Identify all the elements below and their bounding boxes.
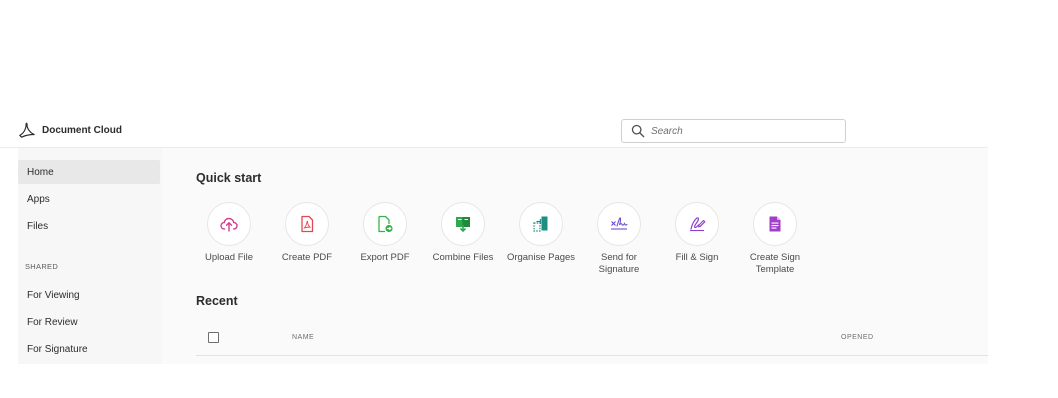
select-all-checkbox[interactable] xyxy=(208,332,219,343)
brand[interactable]: Document Cloud xyxy=(18,120,122,140)
tool-label: Create Sign Template xyxy=(749,252,801,275)
app-window: Document Cloud Home Apps Files SHARED Fo… xyxy=(0,0,1058,398)
tool-export-pdf[interactable]: Export PDF xyxy=(346,202,424,264)
tool-icon-circle xyxy=(519,202,563,246)
tool-icon-circle xyxy=(285,202,329,246)
main-content: Quick start Upload File Create PDF Expor… xyxy=(162,148,988,364)
tool-icon-circle xyxy=(597,202,641,246)
sidebar-item-for-review[interactable]: For Review xyxy=(18,310,160,334)
recent-table-header: NAME OPENED xyxy=(196,326,988,356)
organise-pages-icon xyxy=(533,216,548,232)
tool-label: Export PDF xyxy=(360,252,410,263)
tool-label: Fill & Sign xyxy=(675,252,719,263)
acrobat-logo-icon xyxy=(19,122,35,138)
search-icon xyxy=(631,124,645,138)
create-pdf-icon xyxy=(301,215,314,233)
app-title: Document Cloud xyxy=(42,124,122,136)
sidebar-item-for-viewing[interactable]: For Viewing xyxy=(18,283,160,307)
tool-create-sign-template[interactable]: Create Sign Template xyxy=(736,202,814,276)
search-box[interactable] xyxy=(621,119,846,143)
tool-icon-circle xyxy=(207,202,251,246)
tool-label: Combine Files xyxy=(432,252,494,263)
sidebar-item-home[interactable]: Home xyxy=(18,160,160,184)
tool-upload-file[interactable]: Upload File xyxy=(190,202,268,264)
search-input[interactable] xyxy=(651,121,841,141)
column-header-opened[interactable]: OPENED xyxy=(841,334,874,341)
tool-label: Organise Pages xyxy=(506,252,576,263)
tool-icon-circle xyxy=(441,202,485,246)
tool-organise-pages[interactable]: Organise Pages xyxy=(502,202,580,264)
recent-title: Recent xyxy=(196,294,238,308)
sidebar-item-files[interactable]: Files xyxy=(18,214,160,238)
sidebar-item-for-signature[interactable]: For Signature xyxy=(18,337,160,361)
sign-template-icon xyxy=(769,216,781,232)
tool-label: Create PDF xyxy=(281,252,333,263)
upload-cloud-icon xyxy=(220,217,238,232)
tool-icon-circle xyxy=(753,202,797,246)
tool-send-for-signature[interactable]: Send for Signature xyxy=(580,202,658,276)
tool-combine-files[interactable]: Combine Files xyxy=(424,202,502,264)
sidebar: Home Apps Files SHARED For Viewing For R… xyxy=(18,148,162,364)
quick-start-title: Quick start xyxy=(196,171,262,185)
send-signature-icon xyxy=(611,217,628,230)
combine-files-icon xyxy=(456,217,470,232)
tool-icon-circle xyxy=(363,202,407,246)
tool-label: Upload File xyxy=(204,252,254,263)
tool-fill-sign[interactable]: Fill & Sign xyxy=(658,202,736,264)
tool-create-pdf[interactable]: Create PDF xyxy=(268,202,346,264)
column-header-name[interactable]: NAME xyxy=(292,334,314,341)
tool-label: Send for Signature xyxy=(598,252,640,275)
fill-sign-icon xyxy=(690,217,706,232)
sidebar-item-apps[interactable]: Apps xyxy=(18,187,160,211)
sidebar-section-shared: SHARED xyxy=(25,262,59,271)
tool-icon-circle xyxy=(675,202,719,246)
top-bar: Document Cloud xyxy=(0,110,988,148)
export-pdf-icon xyxy=(378,215,393,233)
